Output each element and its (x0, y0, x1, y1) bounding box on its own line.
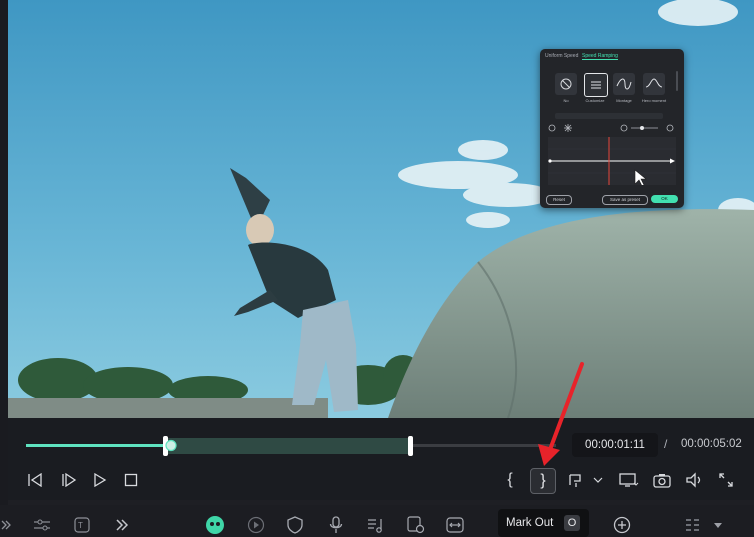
chevron-down-icon (593, 477, 603, 483)
camera-icon (653, 474, 671, 488)
shield-icon (287, 516, 303, 534)
collapse-left-button[interactable] (0, 515, 16, 535)
tooltip-label: Mark Out (506, 517, 554, 529)
layout-dropdown-button[interactable] (708, 515, 728, 535)
grid-list-icon (686, 519, 699, 531)
play-icon (94, 473, 107, 487)
hero-wave-icon (645, 78, 663, 88)
fullscreen-button[interactable] (716, 470, 736, 490)
media-link-icon (407, 516, 425, 534)
preset-customize[interactable] (584, 73, 608, 97)
preset-label-no: No (563, 98, 569, 103)
fit-tool-button[interactable] (445, 515, 465, 535)
music-list-icon (368, 519, 382, 533)
ai-text-tool-button[interactable]: T (73, 515, 93, 535)
monitor-icon (619, 473, 639, 487)
plus-circle-icon (613, 516, 631, 534)
volume-button[interactable] (684, 470, 704, 490)
playback-controls-bar (8, 418, 754, 500)
zoom-slider[interactable] (620, 123, 676, 133)
display-settings-button[interactable] (619, 470, 639, 490)
step-forward-icon (62, 473, 77, 487)
ai-mate-button[interactable] (205, 515, 225, 535)
mark-out-handle (408, 436, 413, 456)
preset-hero-moment[interactable] (643, 73, 665, 95)
save-as-preset-button[interactable]: Save as preset (602, 195, 648, 205)
timecode-separator: / (664, 437, 668, 451)
wave-icon (616, 78, 632, 90)
step-back-icon (28, 473, 42, 487)
play-button[interactable] (90, 470, 110, 490)
ok-button[interactable]: OK (651, 195, 678, 203)
snowflake-icon[interactable] (564, 124, 574, 132)
insert-clip-icon (569, 474, 581, 487)
stop-button[interactable] (121, 470, 141, 490)
playhead-knob (165, 439, 177, 452)
mark-in-icon: { (507, 471, 513, 488)
speaker-icon (686, 472, 701, 488)
video-preview[interactable]: Uniform Speed Speed Ramping No Customize… (8, 0, 754, 418)
tab-speed-ramping[interactable]: Speed Ramping (582, 53, 618, 60)
customize-icon (591, 81, 601, 89)
adjust-tool-button[interactable] (32, 515, 52, 535)
reset-button[interactable]: Reset (546, 195, 572, 205)
speed-ramping-panel: Uniform Speed Speed Ramping No Customize… (540, 49, 684, 208)
annotation-arrow (538, 362, 584, 466)
layout-button[interactable] (683, 515, 703, 535)
preset-label-montage: Montage (616, 98, 632, 103)
caret-down-icon (714, 523, 722, 528)
next-frame-button[interactable] (59, 470, 79, 490)
double-chevron-right-icon (116, 519, 129, 531)
robot-icon (206, 516, 224, 534)
presets-second-row (555, 113, 663, 119)
zoom-in-button[interactable] (612, 515, 632, 535)
microphone-icon (329, 516, 343, 533)
total-duration: 00:00:05:02 (681, 438, 742, 450)
player-viewer: Uniform Speed Speed Ramping No Customize… (8, 0, 754, 500)
speed-curve-graph[interactable] (548, 137, 676, 187)
preset-montage[interactable] (613, 73, 635, 95)
play-circle-icon (247, 516, 265, 534)
mouse-cursor-icon (634, 169, 647, 187)
shield-tool-button[interactable] (285, 515, 305, 535)
preset-label-customize: Customize (585, 98, 605, 103)
mark-out-icon: } (540, 472, 546, 489)
mark-in-button[interactable]: { (500, 470, 520, 490)
mark-out-tooltip: Mark Out O (498, 509, 589, 537)
left-panel-edge (0, 0, 8, 537)
snapshot-button[interactable] (652, 470, 672, 490)
preset-label-hero-moment: Hero moment (641, 98, 667, 103)
insert-to-timeline-button[interactable] (565, 470, 585, 490)
keyframe-tool-button[interactable] (406, 515, 426, 535)
preset-no[interactable] (555, 73, 577, 95)
auto-play-tool-button[interactable] (246, 515, 266, 535)
audio-tool-button[interactable] (366, 515, 386, 535)
stop-icon (124, 473, 138, 487)
insert-dropdown-button[interactable] (588, 470, 608, 490)
svg-text:T: T (78, 521, 83, 530)
fit-width-icon (446, 517, 464, 533)
tooltip-shortcut-key: O (564, 515, 580, 531)
sliders-icon (34, 519, 50, 531)
no-icon (560, 78, 572, 90)
presets-scrollbar[interactable] (676, 71, 678, 91)
playback-progress-bar[interactable] (26, 434, 556, 458)
speed-curve (548, 137, 676, 187)
expand-icon (719, 473, 733, 487)
gear-icon[interactable] (548, 124, 558, 132)
mark-out-button[interactable]: } (530, 468, 556, 494)
previous-frame-button[interactable] (25, 470, 45, 490)
record-voiceover-button[interactable] (326, 515, 346, 535)
more-tools-button[interactable] (112, 515, 132, 535)
ai-text-icon: T (74, 517, 90, 533)
tab-uniform-speed[interactable]: Uniform Speed (545, 53, 578, 59)
double-chevron-right-icon (1, 520, 11, 530)
